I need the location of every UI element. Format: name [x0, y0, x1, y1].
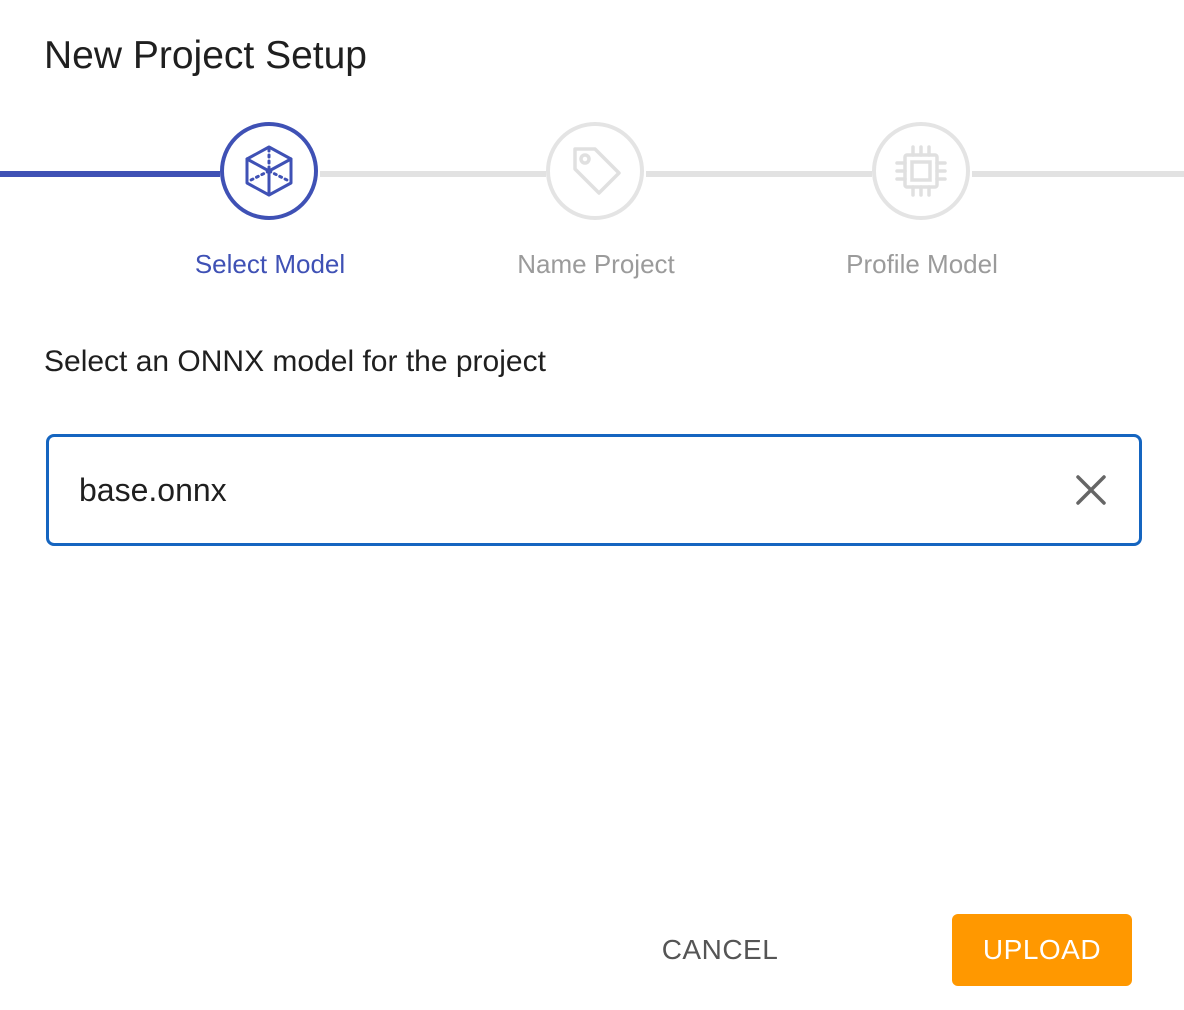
step-profile-model[interactable] — [872, 122, 970, 220]
step-label-name-project: Name Project — [517, 249, 675, 279]
cancel-button[interactable]: CANCEL — [636, 914, 804, 986]
new-project-dialog: New Project Setup Select Model Name Proj… — [0, 0, 1184, 1010]
model-file-field — [46, 434, 1142, 546]
dialog-title: New Project Setup — [44, 34, 367, 77]
stepper-track — [972, 171, 1184, 177]
cube-icon — [245, 145, 293, 197]
stepper-track-complete — [0, 171, 220, 177]
chip-icon — [895, 145, 947, 197]
stepper-track — [646, 171, 872, 177]
close-icon — [1076, 475, 1106, 505]
stepper-track — [320, 171, 546, 177]
step-label-select-model: Select Model — [194, 249, 346, 279]
stepper: Select Model Name Project Profile Model — [0, 120, 1184, 290]
step-label-profile-model: Profile Model — [846, 249, 998, 279]
clear-file-button[interactable] — [1061, 460, 1121, 520]
tag-icon — [573, 147, 621, 195]
step-select-model[interactable] — [220, 122, 318, 220]
model-file-input[interactable] — [79, 437, 1019, 543]
model-prompt: Select an ONNX model for the project — [44, 345, 546, 378]
step-name-project[interactable] — [546, 122, 644, 220]
upload-button[interactable]: UPLOAD — [952, 914, 1132, 986]
